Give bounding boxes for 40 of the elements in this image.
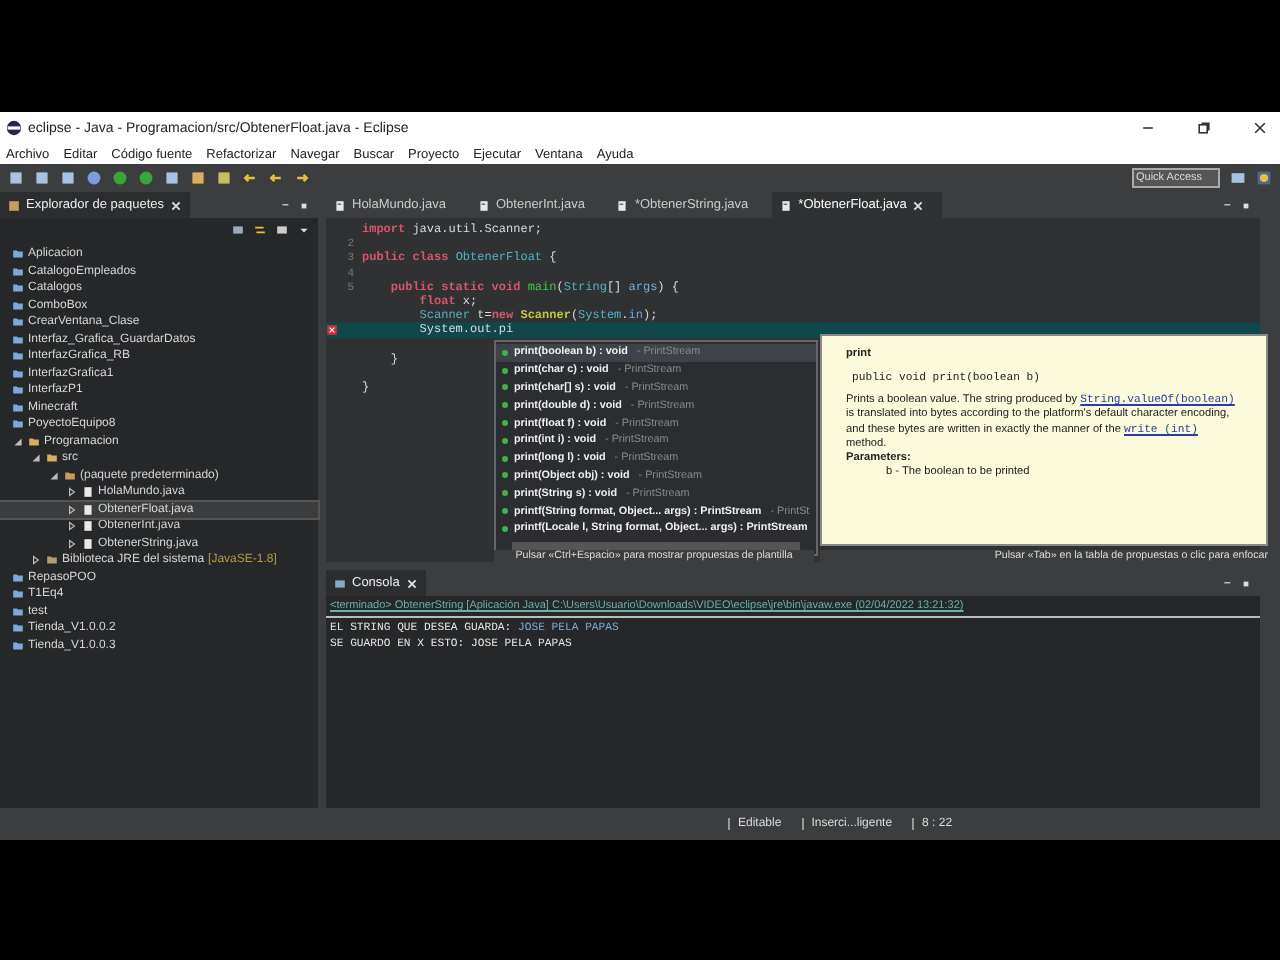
console-icon <box>334 577 346 589</box>
method-icon <box>502 367 508 374</box>
java-file-icon <box>780 199 793 211</box>
method-icon <box>502 508 508 515</box>
link-icon[interactable] <box>254 223 266 235</box>
java-file-icon <box>616 199 629 211</box>
maximize-icon[interactable] <box>1240 577 1252 589</box>
expand-toggle[interactable] <box>66 503 78 516</box>
expand-toggle[interactable] <box>12 435 24 448</box>
method-icon <box>502 525 508 532</box>
method-icon <box>502 455 508 462</box>
scrollbar[interactable] <box>512 541 800 552</box>
java-file-icon <box>477 199 490 211</box>
close-icon[interactable] <box>1252 120 1268 136</box>
maximize-icon[interactable] <box>298 199 310 211</box>
expand-toggle[interactable] <box>66 537 78 550</box>
expand-toggle[interactable] <box>30 554 42 567</box>
method-icon <box>502 437 508 444</box>
maximize-icon[interactable] <box>1240 199 1252 211</box>
minimize-icon[interactable] <box>280 199 292 211</box>
expand-toggle[interactable] <box>66 486 78 499</box>
restore-icon[interactable] <box>1196 120 1212 136</box>
minimize-icon[interactable] <box>1222 199 1234 211</box>
expand-toggle[interactable] <box>48 469 60 482</box>
forward-arrow-icon[interactable] <box>294 170 310 186</box>
eclipse-logo-icon <box>6 120 22 136</box>
back-arrow-icon[interactable] <box>242 170 258 186</box>
library-icon <box>46 554 58 567</box>
method-icon <box>502 420 508 427</box>
minimize-icon[interactable] <box>1222 577 1234 589</box>
expand-toggle[interactable] <box>66 520 78 533</box>
back-arrow-icon[interactable] <box>268 170 284 186</box>
expand-toggle[interactable] <box>30 452 42 465</box>
method-icon <box>502 490 508 497</box>
java-file-icon <box>334 199 346 211</box>
method-icon <box>502 402 508 409</box>
view-menu-icon[interactable] <box>298 223 310 235</box>
method-icon <box>502 349 508 356</box>
method-icon <box>502 384 508 391</box>
method-icon <box>502 472 508 479</box>
